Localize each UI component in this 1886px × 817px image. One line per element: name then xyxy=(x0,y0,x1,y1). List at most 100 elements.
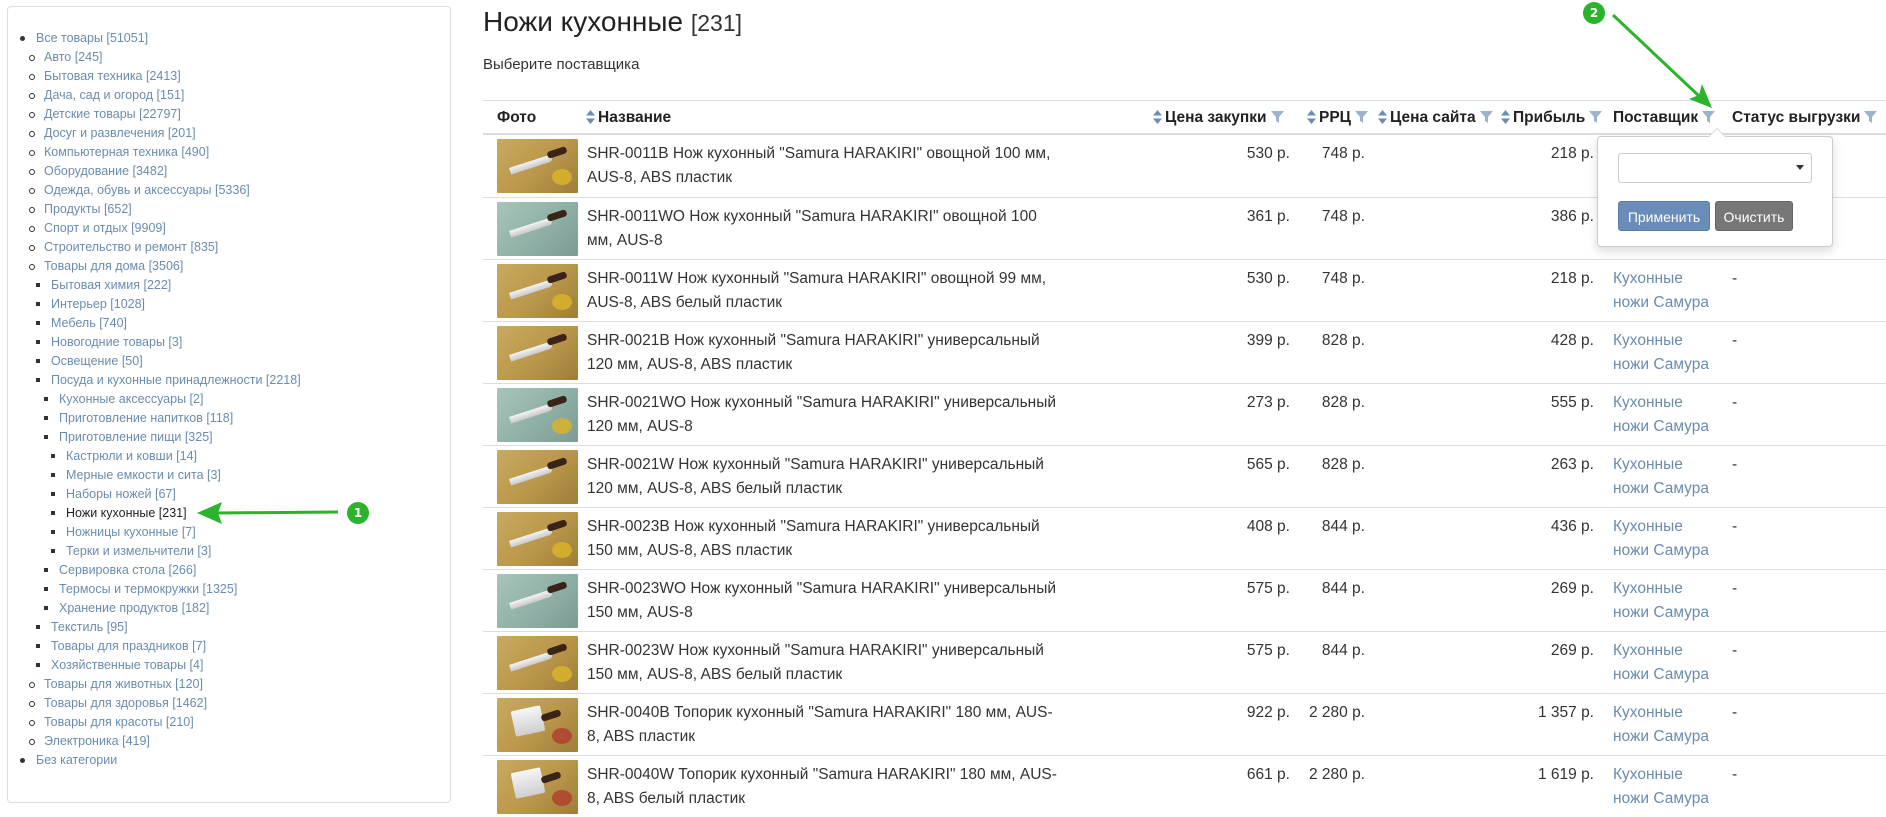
column-purchase-price[interactable]: Цена закупки xyxy=(1153,101,1284,134)
tree-item-current[interactable]: Ножи кухонные [231] xyxy=(66,504,187,522)
tree-item[interactable]: Кухонные аксессуары [2] xyxy=(59,390,203,408)
tree-item[interactable]: Товары для красоты [210] xyxy=(44,713,194,731)
filter-icon[interactable] xyxy=(1479,111,1493,123)
product-thumbnail[interactable] xyxy=(497,202,578,256)
tree-item[interactable]: Все товары [51051] xyxy=(36,29,148,47)
profit-cell: 269 р. xyxy=(1550,642,1594,659)
tree-item[interactable]: Хранение продуктов [182] xyxy=(59,599,209,617)
supplier-link[interactable]: Кухонные ножи Самура xyxy=(1613,329,1713,377)
supplier-link[interactable]: Кухонные ножи Самура xyxy=(1613,701,1713,749)
tree-item[interactable]: Терки и измельчители [3] xyxy=(66,542,211,560)
product-thumbnail[interactable] xyxy=(497,636,578,690)
tree-item[interactable]: Термосы и термокружки [1325] xyxy=(59,580,237,598)
filter-icon[interactable] xyxy=(1270,111,1284,123)
tree-bullet xyxy=(44,568,48,572)
purchase-price-cell: 530 р. xyxy=(1246,145,1290,162)
profit-cell: 1 619 р. xyxy=(1537,766,1594,783)
sort-icon[interactable] xyxy=(1378,110,1387,124)
tree-item[interactable]: Приготовление напитков [118] xyxy=(59,409,233,427)
tree-item[interactable]: Бытовая техника [2413] xyxy=(44,67,181,85)
sort-icon[interactable] xyxy=(1307,110,1316,124)
sort-icon[interactable] xyxy=(586,110,595,124)
supplier-select[interactable] xyxy=(1618,153,1812,183)
tree-bullet xyxy=(20,36,25,41)
product-name: SHR-0011B Нож кухонный "Samura HARAKIRI"… xyxy=(587,145,1051,186)
product-thumbnail[interactable] xyxy=(497,388,578,442)
tree-item[interactable]: Товары для животных [120] xyxy=(44,675,203,693)
filter-icon[interactable] xyxy=(1355,111,1368,123)
tree-item[interactable]: Посуда и кухонные принадлежности [2218] xyxy=(51,371,301,389)
tree-bullet xyxy=(29,55,35,61)
tree-item[interactable]: Оборудование [3482] xyxy=(44,162,167,180)
tree-item[interactable]: Мерные емкости и сита [3] xyxy=(66,466,221,484)
tree-item[interactable]: Товары для праздников [7] xyxy=(51,637,206,655)
tree-item[interactable]: Досуг и развлечения [201] xyxy=(44,124,196,142)
export-status-cell: - xyxy=(1732,518,1738,535)
product-name: SHR-0011W Нож кухонный "Samura HARAKIRI"… xyxy=(587,270,1047,311)
sort-icon[interactable] xyxy=(1501,110,1510,124)
supplier-link[interactable]: Кухонные ножи Самура xyxy=(1613,515,1713,563)
tree-item[interactable]: Строительство и ремонт [835] xyxy=(44,238,218,256)
supplier-link[interactable]: Кухонные ножи Самура xyxy=(1613,267,1713,315)
tree-item[interactable]: Приготовление пищи [325] xyxy=(59,428,213,446)
supplier-link[interactable]: Кухонные ножи Самура xyxy=(1613,391,1713,439)
tree-item[interactable]: Наборы ножей [67] xyxy=(66,485,176,503)
tree-item[interactable]: Электроника [419] xyxy=(44,732,150,750)
tree-item[interactable]: Мебель [740] xyxy=(51,314,127,332)
tree-item[interactable]: Спорт и отдых [9909] xyxy=(44,219,166,237)
column-rrp[interactable]: РРЦ xyxy=(1307,101,1368,134)
rrp-cell: 828 р. xyxy=(1321,332,1365,349)
product-thumbnail[interactable] xyxy=(497,264,578,318)
tree-bullet xyxy=(29,245,35,251)
column-site-price[interactable]: Цена сайта xyxy=(1378,101,1493,134)
product-thumbnail[interactable] xyxy=(497,450,578,504)
tree-bullet xyxy=(36,302,40,306)
product-thumbnail[interactable] xyxy=(497,574,578,628)
tree-item[interactable]: Товары для дома [3506] xyxy=(44,257,183,275)
column-export-status[interactable]: Статус выгрузки xyxy=(1732,101,1878,134)
table-row: SHR-0011W Нож кухонный "Samura HARAKIRI"… xyxy=(483,259,1886,321)
tree-item[interactable]: Бытовая химия [222] xyxy=(51,276,171,294)
tree-item[interactable]: Дача, сад и огород [151] xyxy=(44,86,184,104)
tree-bullet xyxy=(29,226,35,232)
clear-button[interactable]: Очистить xyxy=(1715,201,1793,231)
tree-bullet xyxy=(29,188,35,194)
tree-item[interactable]: Освещение [50] xyxy=(51,352,143,370)
tree-item[interactable]: Новогодние товары [3] xyxy=(51,333,182,351)
product-thumbnail[interactable] xyxy=(497,326,578,380)
product-thumbnail[interactable] xyxy=(497,512,578,566)
tree-item[interactable]: Детские товары [22797] xyxy=(44,105,181,123)
tree-item[interactable]: Кастрюли и ковши [14] xyxy=(66,447,197,465)
tree-item[interactable]: Продукты [652] xyxy=(44,200,132,218)
column-name[interactable]: Название xyxy=(586,101,671,134)
filter-icon[interactable] xyxy=(1864,111,1878,123)
main-content: Ножи кухонные [231] Выберите поставщика … xyxy=(483,0,1886,814)
tree-item[interactable]: Одежда, обувь и аксессуары [5336] xyxy=(44,181,250,199)
tree-item[interactable]: Без категории xyxy=(36,751,117,769)
tree-item[interactable]: Компьютерная техника [490] xyxy=(44,143,209,161)
supplier-link[interactable]: Кухонные ножи Самура xyxy=(1613,763,1713,811)
filter-icon[interactable] xyxy=(1702,111,1716,123)
column-supplier[interactable]: Поставщик xyxy=(1613,101,1716,134)
page-title-text: Ножи кухонные xyxy=(483,6,684,37)
tree-bullet xyxy=(29,131,35,137)
tree-item[interactable]: Интерьер [1028] xyxy=(51,295,145,313)
column-profit[interactable]: Прибыль xyxy=(1501,101,1603,134)
tree-item[interactable]: Авто [245] xyxy=(44,48,103,66)
supplier-link[interactable]: Кухонные ножи Самура xyxy=(1613,453,1713,501)
product-thumbnail[interactable] xyxy=(497,760,578,814)
tree-item[interactable]: Товары для здоровья [1462] xyxy=(44,694,207,712)
purchase-price-cell: 565 р. xyxy=(1246,456,1290,473)
tree-item[interactable]: Хозяйственные товары [4] xyxy=(51,656,203,674)
product-thumbnail[interactable] xyxy=(497,139,578,193)
apply-button[interactable]: Применить xyxy=(1618,201,1710,231)
supplier-link[interactable]: Кухонные ножи Самура xyxy=(1613,639,1713,687)
product-thumbnail[interactable] xyxy=(497,698,578,752)
tree-item[interactable]: Ножницы кухонные [7] xyxy=(66,523,196,541)
supplier-link[interactable]: Кухонные ножи Самура xyxy=(1613,577,1713,625)
tree-item[interactable]: Сервировка стола [266] xyxy=(59,561,196,579)
filter-icon[interactable] xyxy=(1589,111,1603,123)
tree-item[interactable]: Текстиль [95] xyxy=(51,618,128,636)
tree-bullet xyxy=(36,625,40,629)
sort-icon[interactable] xyxy=(1153,110,1162,124)
